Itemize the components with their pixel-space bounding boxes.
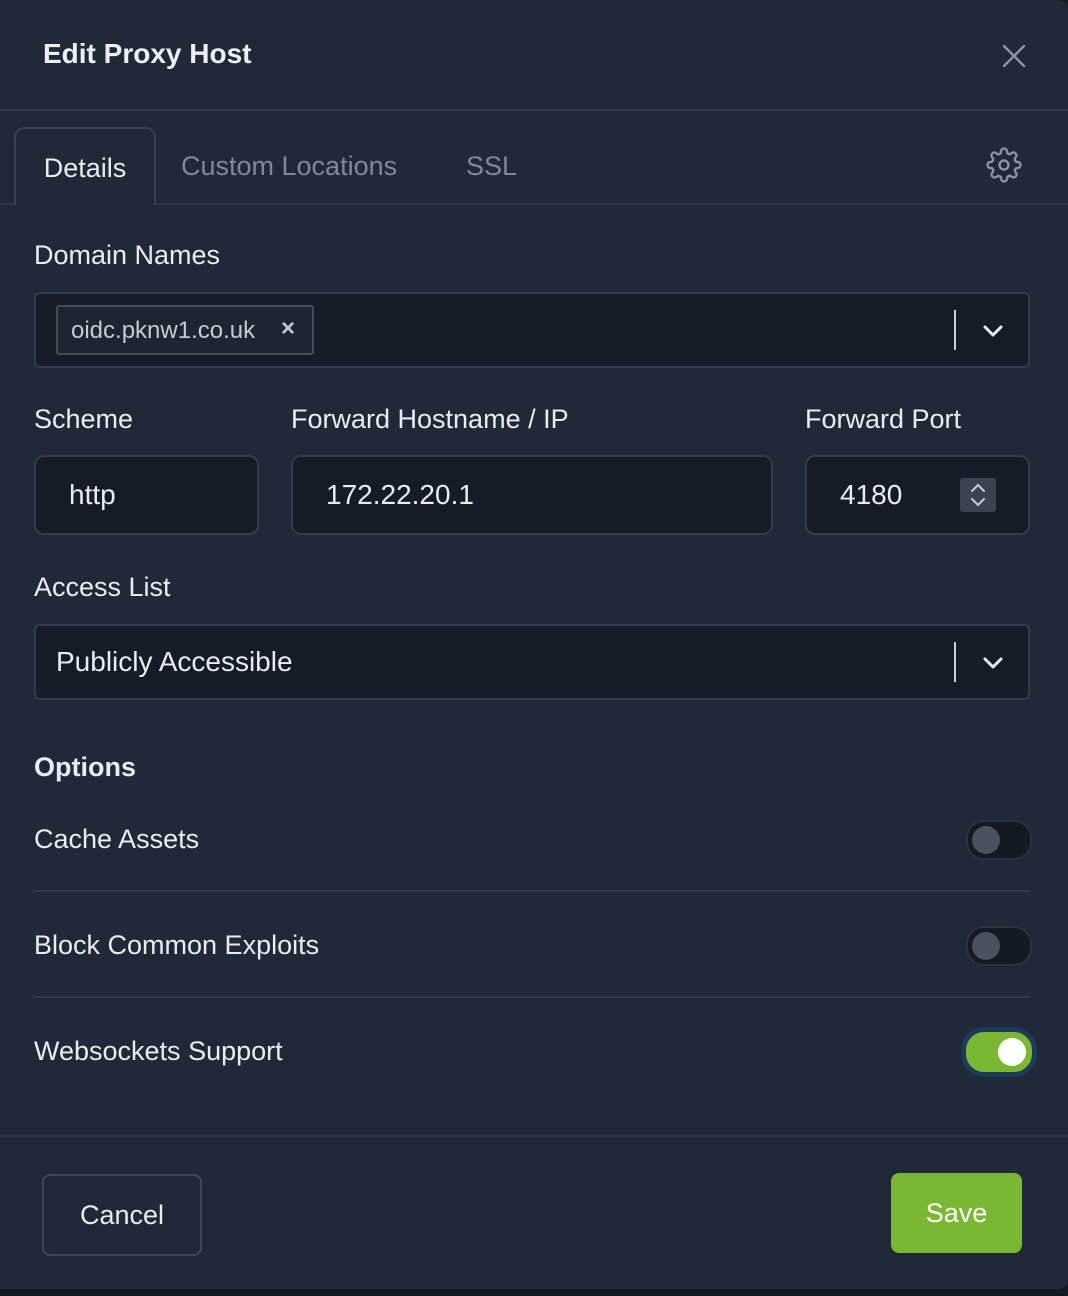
tab-ssl[interactable]: SSL — [466, 127, 517, 203]
forward-hostname-label: Forward Hostname / IP — [291, 404, 569, 434]
tab-bar: Details Custom Locations SSL — [0, 127, 1068, 205]
domain-chip: oidc.pknw1.co.uk × — [56, 305, 314, 355]
remove-chip-icon[interactable]: × — [281, 315, 295, 343]
divider — [34, 890, 1029, 892]
block-exploits-label: Block Common Exploits — [34, 930, 320, 960]
websockets-support-toggle[interactable] — [966, 1032, 1032, 1072]
toggle-knob — [998, 1038, 1026, 1066]
cache-assets-label: Cache Assets — [34, 824, 200, 854]
access-list-value: Publicly Accessible — [56, 646, 293, 677]
select-separator — [954, 310, 956, 350]
block-exploits-toggle[interactable] — [966, 926, 1032, 966]
save-button[interactable]: Save — [891, 1173, 1022, 1253]
gear-icon[interactable] — [986, 147, 1022, 183]
forward-hostname-input[interactable]: 172.22.20.1 — [291, 455, 773, 535]
access-list-label: Access List — [34, 572, 171, 602]
forward-port-label: Forward Port — [805, 404, 962, 434]
forward-hostname-value: 172.22.20.1 — [326, 479, 474, 510]
port-stepper-icon[interactable] — [960, 478, 996, 512]
cache-assets-toggle[interactable] — [966, 820, 1032, 860]
close-icon[interactable] — [998, 40, 1030, 72]
edit-proxy-host-dialog: Edit Proxy Host Details Custom Locations… — [0, 0, 1068, 1289]
access-list-select[interactable]: Publicly Accessible — [34, 624, 1030, 700]
scheme-value: http — [69, 479, 116, 510]
toggle-knob — [972, 826, 1000, 854]
forward-port-value: 4180 — [840, 479, 903, 510]
dialog-title: Edit Proxy Host — [43, 38, 252, 69]
select-separator — [954, 642, 956, 682]
domain-names-select[interactable]: oidc.pknw1.co.uk × — [34, 292, 1030, 368]
domain-chip-text: oidc.pknw1.co.uk — [71, 317, 256, 344]
forward-port-input[interactable]: 4180 — [805, 455, 1030, 535]
chevron-down-icon[interactable] — [978, 648, 1008, 678]
domain-names-label: Domain Names — [34, 240, 221, 270]
tab-custom-locations[interactable]: Custom Locations — [181, 127, 397, 203]
footer-divider — [0, 1135, 1068, 1137]
dialog-header: Edit Proxy Host — [0, 0, 1068, 111]
websockets-support-label: Websockets Support — [34, 1036, 283, 1066]
cancel-button[interactable]: Cancel — [42, 1174, 202, 1256]
tab-details[interactable]: Details — [14, 127, 156, 205]
scheme-input[interactable]: http — [34, 455, 259, 535]
chevron-down-icon[interactable] — [978, 316, 1008, 346]
toggle-knob — [972, 932, 1000, 960]
scheme-label: Scheme — [34, 404, 134, 434]
divider — [34, 996, 1029, 998]
options-heading: Options — [34, 752, 136, 782]
